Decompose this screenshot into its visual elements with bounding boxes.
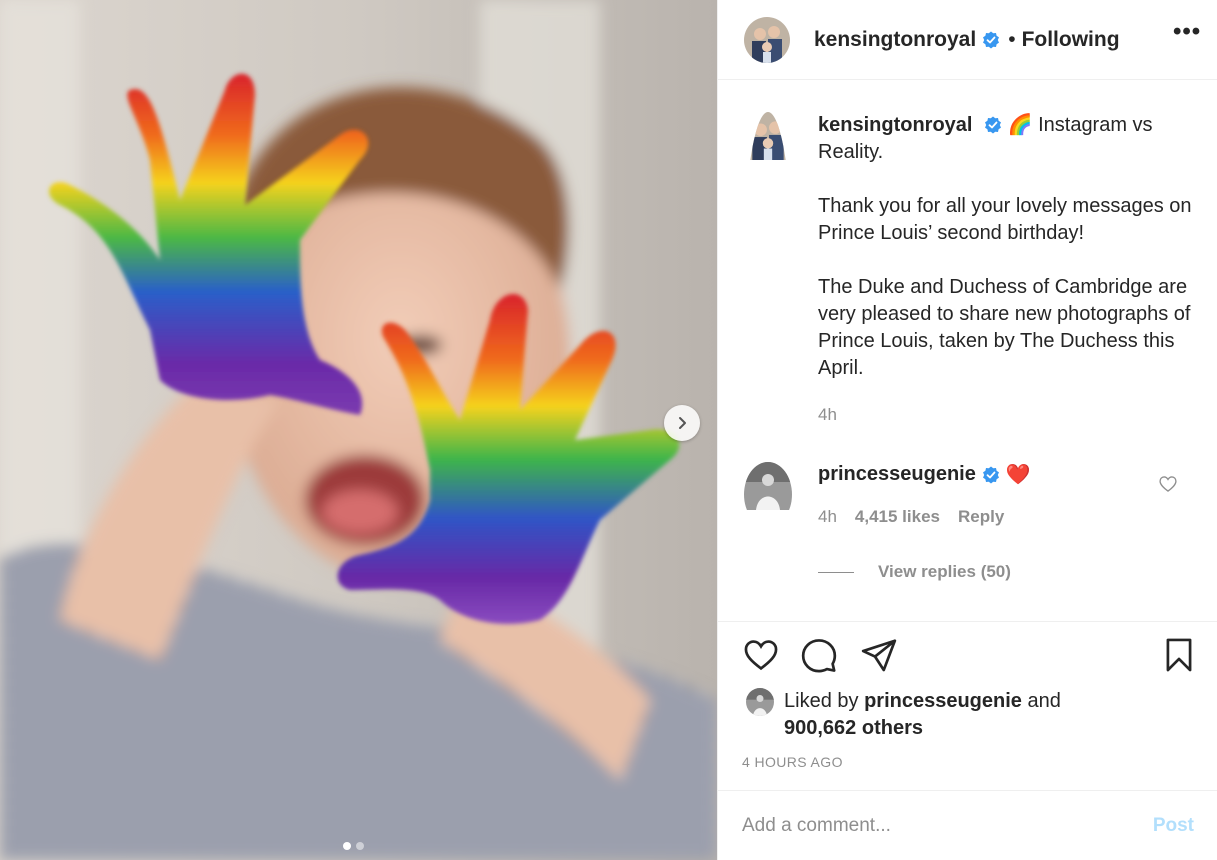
rainbow-emoji: 🌈 xyxy=(1007,114,1033,136)
add-comment-bar: Post xyxy=(718,790,1217,860)
liked-by-user[interactable]: princesseugenie xyxy=(864,690,1022,712)
post-media[interactable] xyxy=(0,0,717,860)
post-sidebar: kensingtonroyal • Following ••• kensingt… xyxy=(717,0,1217,860)
bookmark-icon[interactable] xyxy=(1160,636,1198,674)
avatar[interactable] xyxy=(744,462,792,527)
caption-timestamp[interactable]: 4h xyxy=(818,405,837,425)
header-separator: • xyxy=(1008,27,1016,51)
liked-by-others[interactable]: 900,662 others xyxy=(784,717,923,739)
comment-timestamp[interactable]: 4h xyxy=(818,507,837,527)
more-options-icon[interactable]: ••• xyxy=(1173,18,1201,46)
caption-paragraph: The Duke and Duchess of Cambridge are ve… xyxy=(818,276,1191,379)
reply-button[interactable]: Reply xyxy=(958,507,1004,527)
view-replies-button[interactable]: View replies (50) xyxy=(818,562,1011,582)
view-replies-label: View replies (50) xyxy=(878,562,1011,581)
liked-by-prefix: Liked by xyxy=(784,690,859,712)
verified-badge-icon xyxy=(985,116,1002,134)
divider xyxy=(718,621,1217,622)
post-timestamp[interactable]: 4 HOURS AGO xyxy=(742,754,843,770)
header-username[interactable]: kensingtonroyal xyxy=(814,28,976,52)
carousel-dot-active xyxy=(343,842,351,850)
avatar[interactable] xyxy=(744,112,792,409)
verified-badge-icon xyxy=(983,31,1000,48)
instagram-post: kensingtonroyal • Following ••• kensingt… xyxy=(0,0,1217,860)
action-bar xyxy=(742,636,1197,678)
liked-by-conj: and xyxy=(1027,690,1061,712)
post-comment-button[interactable]: Post xyxy=(1153,815,1194,837)
comment-like-heart-icon[interactable] xyxy=(1158,474,1178,494)
avatar[interactable] xyxy=(746,688,774,716)
comment-username[interactable]: princesseugenie xyxy=(818,463,976,486)
verified-badge-icon xyxy=(982,466,999,483)
add-comment-input[interactable] xyxy=(742,814,1153,837)
liked-by: Liked by princesseugenie and 900,662 oth… xyxy=(746,688,1061,742)
replies-divider xyxy=(818,571,854,573)
post-header: kensingtonroyal • Following ••• xyxy=(718,0,1217,80)
carousel-indicator xyxy=(343,842,364,850)
heart-icon[interactable] xyxy=(742,636,780,674)
avatar[interactable] xyxy=(744,16,790,63)
post-photo xyxy=(0,0,717,860)
heart-emoji: ❤️ xyxy=(1005,464,1031,486)
carousel-dot xyxy=(356,842,364,850)
caption-paragraph: Thank you for all your lovely messages o… xyxy=(818,195,1192,244)
comment-likes[interactable]: 4,415 likes xyxy=(855,507,940,527)
comment-meta: 4h 4,415 likes Reply xyxy=(818,507,1031,527)
carousel-next-button[interactable] xyxy=(664,405,700,441)
caption-username[interactable]: kensingtonroyal xyxy=(818,114,972,136)
caption: kensingtonroyal 🌈 Instagram vs Reality. … xyxy=(744,112,1194,409)
comment-bubble-icon[interactable] xyxy=(800,636,838,674)
comment-header: princesseugenie ❤️ xyxy=(818,462,1031,487)
chevron-right-icon xyxy=(679,417,686,429)
caption-text: kensingtonroyal 🌈 Instagram vs Reality. … xyxy=(818,112,1194,409)
paper-plane-icon[interactable] xyxy=(860,636,898,674)
liked-by-text: Liked by princesseugenie and 900,662 oth… xyxy=(784,688,1061,742)
comment: princesseugenie ❤️ 4h 4,415 likes Reply xyxy=(744,462,1194,527)
following-button[interactable]: Following xyxy=(1022,28,1120,52)
comment-body: princesseugenie ❤️ 4h 4,415 likes Reply xyxy=(818,462,1031,527)
